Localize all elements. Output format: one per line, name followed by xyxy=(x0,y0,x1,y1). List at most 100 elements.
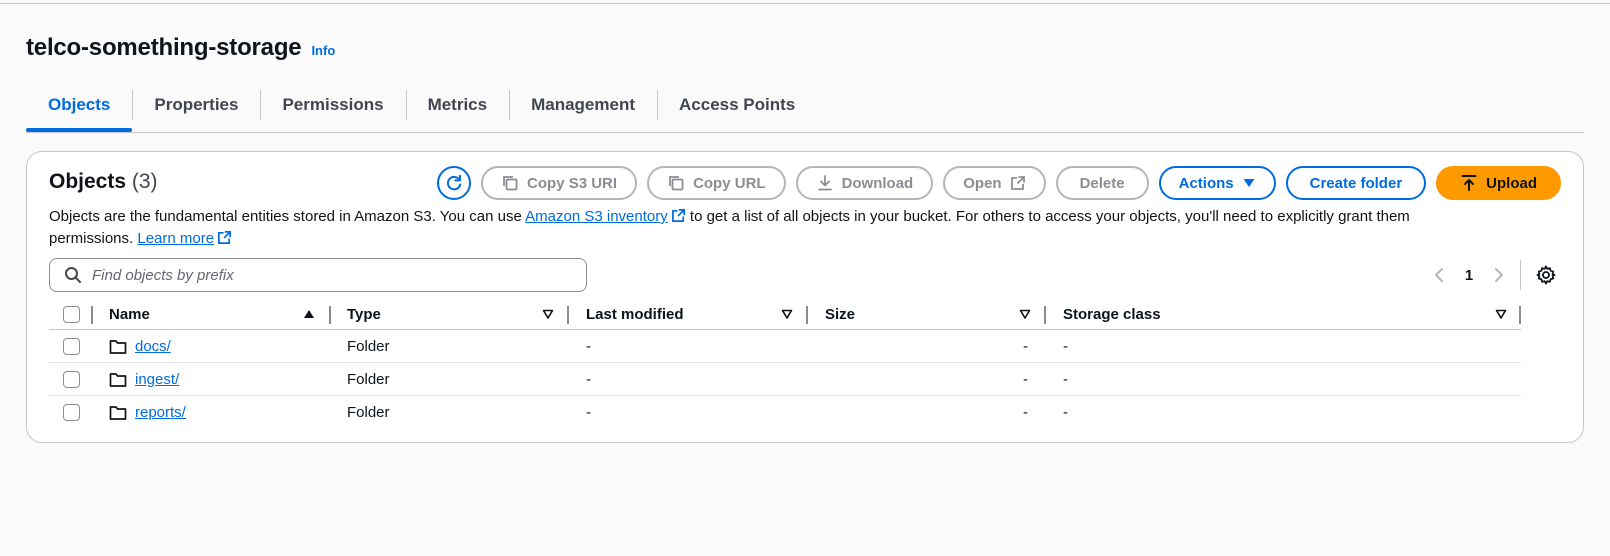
objects-description: Objects are the fundamental entities sto… xyxy=(49,206,1489,250)
learn-more-label: Learn more xyxy=(137,230,215,247)
select-all-checkbox[interactable] xyxy=(63,305,80,323)
folder-icon xyxy=(109,405,127,420)
chevron-left-icon xyxy=(1435,268,1443,282)
objects-title: Objects xyxy=(49,170,127,193)
row-select-cell xyxy=(63,396,80,429)
name-cell: docs/ xyxy=(109,330,171,363)
objects-panel: Objects (3) Copy S3 URI Copy URL Downloa… xyxy=(26,151,1584,443)
tab-permissions[interactable]: Permissions xyxy=(260,88,405,122)
create-folder-button[interactable]: Create folder xyxy=(1285,166,1427,200)
tab-metrics[interactable]: Metrics xyxy=(405,88,510,122)
pagination: 1 xyxy=(1424,258,1561,292)
objects-toolbar: Copy S3 URI Copy URL Download Open Delet… xyxy=(437,166,1561,200)
row-select-cell xyxy=(63,330,80,363)
current-page-number[interactable]: 1 xyxy=(1454,267,1484,284)
learn-more-link[interactable]: Learn more xyxy=(137,230,232,247)
column-header-storage-class[interactable]: Storage class xyxy=(1063,298,1161,330)
sort-icon[interactable] xyxy=(542,308,554,320)
open-button[interactable]: Open xyxy=(943,166,1046,200)
preferences-button[interactable] xyxy=(1531,260,1561,290)
pagination-divider xyxy=(1520,260,1521,290)
row-select-cell xyxy=(63,363,80,396)
size-cell: - xyxy=(1023,338,1028,355)
column-header-last-modified[interactable]: Last modified xyxy=(586,298,684,330)
last-modified-cell: - xyxy=(586,338,591,355)
external-link-icon xyxy=(1010,176,1025,190)
refresh-icon xyxy=(447,174,462,191)
upload-label: Upload xyxy=(1486,174,1537,192)
delete-label: Delete xyxy=(1079,174,1125,192)
name-cell: ingest/ xyxy=(109,363,179,396)
size-cell: - xyxy=(1023,404,1028,421)
tab-management[interactable]: Management xyxy=(509,88,657,122)
column-header-size[interactable]: Size xyxy=(825,298,855,330)
name-cell: reports/ xyxy=(109,396,186,429)
chevron-right-icon xyxy=(1495,268,1503,282)
copy-url-button[interactable]: Copy URL xyxy=(647,166,786,200)
column-header-name[interactable]: Name xyxy=(109,298,150,330)
page-header: telco-something-storage Info xyxy=(26,34,335,62)
column-header-type[interactable]: Type xyxy=(347,298,381,330)
column-divider xyxy=(1044,306,1046,324)
copy-url-label: Copy URL xyxy=(693,174,766,192)
type-cell: Folder xyxy=(347,371,390,388)
tab-bar: Objects Properties Permissions Metrics M… xyxy=(26,88,1584,133)
last-modified-cell: - xyxy=(586,371,591,388)
next-page-button[interactable] xyxy=(1484,260,1514,290)
upload-arrow-icon xyxy=(1461,175,1477,191)
row-checkbox[interactable] xyxy=(63,371,80,388)
table-row: docs/ Folder - - - xyxy=(49,330,1521,363)
actions-label: Actions xyxy=(1178,174,1234,192)
table-row: ingest/ Folder - - - xyxy=(49,363,1521,396)
folder-link[interactable]: reports/ xyxy=(135,404,186,421)
open-label: Open xyxy=(963,174,1002,192)
search-icon xyxy=(65,267,81,283)
row-checkbox[interactable] xyxy=(63,338,80,355)
column-divider xyxy=(91,306,93,324)
sort-icon[interactable] xyxy=(1019,308,1031,320)
description-text-1: Objects are the fundamental entities sto… xyxy=(49,208,522,225)
top-divider xyxy=(0,3,1610,4)
search-input[interactable]: Find objects by prefix xyxy=(49,258,587,292)
folder-link[interactable]: docs/ xyxy=(135,338,171,355)
download-button[interactable]: Download xyxy=(795,166,934,200)
objects-heading: Objects (3) xyxy=(49,170,158,194)
external-link-icon xyxy=(671,209,685,222)
download-icon xyxy=(817,175,832,191)
refresh-button[interactable] xyxy=(437,166,472,200)
delete-button[interactable]: Delete xyxy=(1055,166,1149,200)
storage-class-cell: - xyxy=(1063,404,1068,421)
caret-down-icon xyxy=(1243,179,1255,187)
copy-s3-uri-button[interactable]: Copy S3 URI xyxy=(481,166,638,200)
folder-link[interactable]: ingest/ xyxy=(135,371,179,388)
external-link-icon xyxy=(218,231,232,244)
table-row: reports/ Folder - - - xyxy=(49,396,1521,429)
column-divider xyxy=(567,306,569,324)
column-divider xyxy=(1519,306,1521,324)
tab-properties[interactable]: Properties xyxy=(132,88,260,122)
size-cell: - xyxy=(1023,371,1028,388)
download-label: Download xyxy=(841,174,914,192)
type-cell: Folder xyxy=(347,338,390,355)
row-checkbox[interactable] xyxy=(63,404,80,421)
folder-icon xyxy=(109,372,127,387)
page-title: telco-something-storage xyxy=(26,34,302,61)
type-cell: Folder xyxy=(347,404,390,421)
objects-count: (3) xyxy=(131,170,158,193)
table-header: Name Type Last modified Size Storage cla… xyxy=(49,298,1521,330)
copy-icon xyxy=(669,176,684,191)
s3-inventory-link[interactable]: Amazon S3 inventory xyxy=(525,208,686,225)
copy-icon xyxy=(503,176,518,191)
folder-icon xyxy=(109,339,127,354)
sort-icon[interactable] xyxy=(781,308,793,320)
sort-ascending-icon[interactable] xyxy=(303,308,315,320)
select-all-cell xyxy=(63,298,80,330)
upload-button[interactable]: Upload xyxy=(1436,166,1561,200)
tab-objects[interactable]: Objects xyxy=(26,88,133,132)
actions-dropdown[interactable]: Actions xyxy=(1158,166,1276,200)
tab-access-points[interactable]: Access Points xyxy=(657,88,817,122)
search-placeholder: Find objects by prefix xyxy=(92,266,234,284)
info-link[interactable]: Info xyxy=(311,43,335,58)
sort-icon[interactable] xyxy=(1495,308,1507,320)
previous-page-button[interactable] xyxy=(1424,260,1454,290)
